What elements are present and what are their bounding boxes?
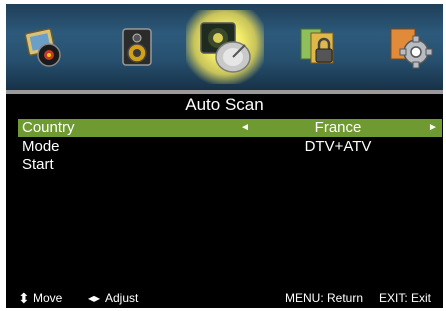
speaker-icon [122, 28, 152, 66]
exit-hint: EXIT: Exit [379, 291, 432, 305]
menu-icon-bar [6, 4, 443, 90]
help-bar: ⬍ Move ◂▸ Adjust MENU: Return EXIT: Exit [6, 288, 443, 308]
adjust-hint: Adjust [105, 291, 139, 305]
arrow-right-icon[interactable]: ► [428, 119, 438, 137]
menu-item-value: DTV+ATV [304, 138, 372, 155]
menu-item-label: Country [22, 119, 75, 136]
menu-return-hint: MENU: Return [285, 291, 364, 305]
arrow-left-icon[interactable]: ◄ [240, 119, 250, 137]
channel-tab[interactable] [186, 10, 264, 84]
menu-item-mode[interactable]: Mode DTV+ATV [18, 138, 442, 156]
picture-icon [24, 28, 61, 67]
menu-item-label: Mode [22, 138, 60, 155]
menu-item-label: Start [22, 156, 54, 173]
menu-item-country[interactable]: Country ◄ France ► [18, 119, 442, 137]
menu-item-value: France [314, 119, 362, 136]
picture-tab[interactable] [22, 24, 68, 70]
lock-tab[interactable] [296, 24, 342, 70]
move-icon: ⬍ [18, 290, 30, 306]
move-hint: Move [33, 291, 63, 305]
menu-item-start[interactable]: Start [18, 156, 442, 174]
lock-icon [300, 28, 334, 64]
osd-menu: Auto Scan Country ◄ France ► Mode DTV+AT… [6, 4, 443, 308]
satellite-dish-icon [200, 22, 251, 73]
adjust-icon: ◂▸ [88, 291, 101, 305]
page-title: Auto Scan [185, 95, 264, 114]
setup-tab[interactable] [388, 24, 434, 70]
sound-tab[interactable] [114, 24, 160, 70]
gear-icon [390, 28, 433, 69]
